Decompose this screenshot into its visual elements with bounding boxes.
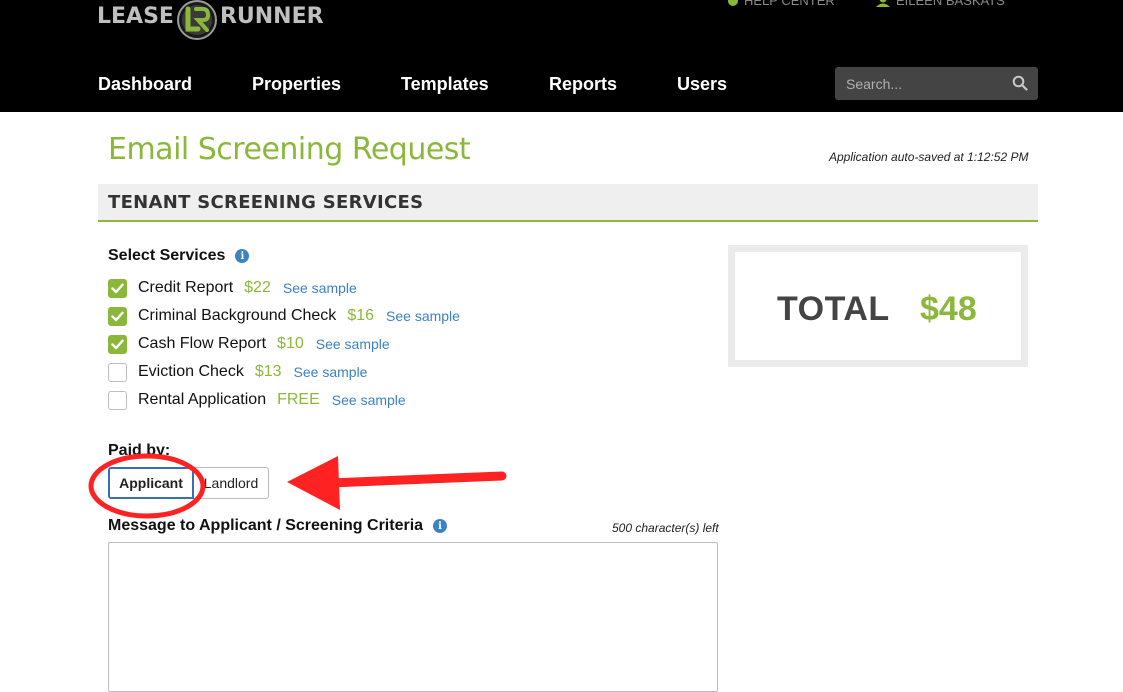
see-sample-link[interactable]: See sample bbox=[316, 336, 390, 352]
see-sample-link[interactable]: See sample bbox=[294, 364, 368, 380]
autosave-status: Application auto-saved at 1:12:52 PM bbox=[829, 150, 1029, 164]
total-label: TOTAL bbox=[777, 290, 890, 328]
search-placeholder: Search... bbox=[846, 76, 903, 92]
leaserunner-logo[interactable]: LEASE RUNNER bbox=[97, 0, 324, 44]
info-icon[interactable]: i bbox=[433, 519, 448, 533]
help-center-label: HELP CENTER bbox=[744, 0, 835, 8]
service-criminal-background-check: Criminal Background Check $16 See sample bbox=[108, 305, 460, 327]
select-services-text: Select Services bbox=[108, 247, 226, 264]
message-label-text: Message to Applicant / Screening Criteri… bbox=[108, 517, 424, 534]
message-textarea[interactable] bbox=[108, 542, 718, 692]
section-header: TENANT SCREENING SERVICES bbox=[98, 184, 1038, 222]
message-label: Message to Applicant / Screening Criteri… bbox=[108, 517, 448, 535]
service-price: $10 bbox=[277, 335, 304, 352]
total-value: $48 bbox=[920, 290, 977, 328]
user-icon bbox=[876, 0, 890, 7]
rental-application-checkbox[interactable] bbox=[108, 390, 127, 410]
service-price: FREE bbox=[277, 391, 320, 408]
service-price: $16 bbox=[347, 307, 375, 324]
logo-text-left: LEASE bbox=[97, 3, 174, 29]
nav-reports[interactable]: Reports bbox=[549, 74, 617, 95]
nav-dashboard[interactable]: Dashboard bbox=[98, 74, 192, 95]
service-name: Cash Flow Report bbox=[138, 335, 267, 352]
user-menu[interactable]: EILEEN BASKATS bbox=[876, 0, 1005, 8]
service-eviction-check: Eviction Check $13 See sample bbox=[108, 361, 367, 383]
logo-badge-icon bbox=[176, 0, 217, 40]
criminal-background-checkbox[interactable] bbox=[108, 306, 127, 326]
cash-flow-checkbox[interactable] bbox=[108, 334, 127, 354]
service-price: $22 bbox=[244, 279, 271, 296]
service-cash-flow-report: Cash Flow Report $10 See sample bbox=[108, 333, 390, 355]
logo-text-right: RUNNER bbox=[219, 3, 324, 29]
app-header: LEASE RUNNER HELP CENTER EILEEN BASKATS … bbox=[0, 0, 1123, 112]
page-title: Email Screening Request bbox=[108, 132, 471, 167]
applicant-button[interactable]: Applicant bbox=[108, 467, 194, 499]
search-input[interactable]: Search... bbox=[835, 67, 1038, 100]
total-box: TOTAL $48 bbox=[728, 245, 1028, 367]
eviction-check-checkbox[interactable] bbox=[108, 362, 127, 382]
checkmark-icon bbox=[111, 311, 124, 321]
credit-report-checkbox[interactable] bbox=[108, 278, 127, 298]
info-icon[interactable]: i bbox=[235, 249, 250, 263]
see-sample-link[interactable]: See sample bbox=[283, 280, 357, 296]
nav-users[interactable]: Users bbox=[677, 74, 727, 95]
landlord-button[interactable]: Landlord bbox=[194, 467, 269, 499]
annotation-arrow-head bbox=[287, 456, 340, 510]
annotation-arrow-shaft bbox=[325, 471, 507, 488]
service-name: Rental Application bbox=[138, 391, 267, 408]
help-icon bbox=[728, 0, 738, 6]
paid-by-toggle: Applicant Landlord bbox=[108, 467, 269, 499]
help-center-link[interactable]: HELP CENTER bbox=[728, 0, 835, 8]
characters-left: 500 character(s) left bbox=[612, 521, 719, 535]
section-title: TENANT SCREENING SERVICES bbox=[108, 192, 424, 213]
see-sample-link[interactable]: See sample bbox=[386, 308, 460, 324]
service-price: $13 bbox=[254, 363, 282, 380]
service-name: Credit Report bbox=[138, 279, 234, 296]
service-name: Eviction Check bbox=[138, 363, 244, 380]
service-credit-report: Credit Report $22 See sample bbox=[108, 277, 357, 299]
service-name: Criminal Background Check bbox=[138, 307, 337, 324]
service-rental-application: Rental Application FREE See sample bbox=[108, 389, 406, 411]
see-sample-link[interactable]: See sample bbox=[332, 392, 406, 408]
checkmark-icon bbox=[111, 339, 124, 349]
nav-properties[interactable]: Properties bbox=[252, 74, 341, 95]
paid-by-label: Paid by: bbox=[108, 442, 171, 459]
select-services-label: Select Services i bbox=[108, 247, 250, 265]
checkmark-icon bbox=[111, 283, 124, 293]
user-name: EILEEN BASKATS bbox=[896, 0, 1005, 8]
search-icon[interactable] bbox=[1012, 75, 1028, 91]
nav-templates[interactable]: Templates bbox=[401, 74, 489, 95]
